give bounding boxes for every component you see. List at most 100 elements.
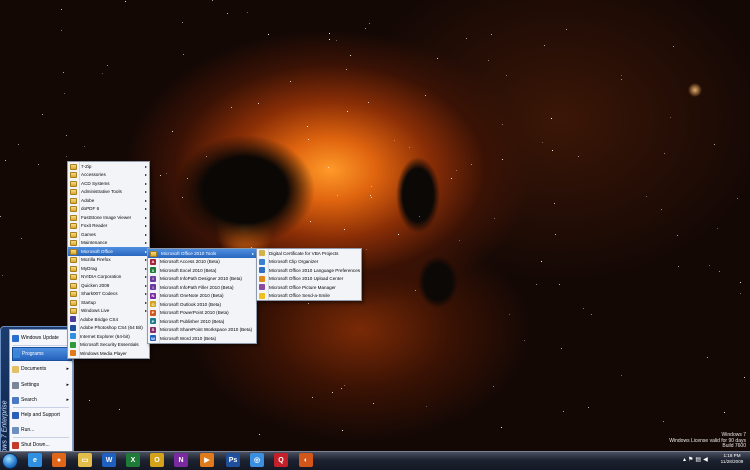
star	[621, 75, 622, 76]
menu-item-microsoft-office-2010-language-preferences[interactable]: Microsoft Office 2010 Language Preferenc…	[257, 266, 361, 275]
menu-item-mydrag[interactable]: MyDrag ▸	[68, 264, 149, 273]
star	[471, 164, 472, 165]
internet-explorer-icon[interactable]: e	[28, 453, 42, 467]
menu-item-microsoft-outlook-2010-beta[interactable]: O Microsoft Outlook 2010 (Beta)	[148, 300, 256, 309]
menu-item-label: Maintenance	[81, 240, 108, 246]
system-tray[interactable]: ▴⚑▤◀	[683, 456, 710, 463]
run-icon	[12, 426, 19, 434]
menu-item-microsoft-office[interactable]: Microsoft Office ▸	[68, 247, 149, 256]
volume-icon[interactable]: ◀	[703, 457, 710, 463]
sidebar-icon[interactable]: ◐	[299, 453, 313, 467]
start-item-help-and-support[interactable]: Help and Support	[12, 409, 70, 421]
menu-item-label: Microsoft Office 2010 Tools	[161, 250, 217, 256]
star	[5, 160, 6, 161]
menu-item-maintenance[interactable]: Maintenance ▸	[68, 239, 149, 248]
menu-item-microsoft-office-2010-tools[interactable]: Microsoft Office 2010 Tools ▸	[148, 249, 256, 258]
help-icon	[12, 411, 19, 419]
menu-item-acd-systems[interactable]: ACD Systems ▸	[68, 179, 149, 188]
menu-item-microsoft-powerpoint-2010-beta[interactable]: P Microsoft PowerPoint 2010 (Beta)	[148, 309, 256, 318]
menu-item-faststone-image-viewer[interactable]: FastStone Image Viewer ▸	[68, 213, 149, 222]
menu-item-adobe[interactable]: Adobe ▸	[68, 196, 149, 205]
network-icon[interactable]: ▤	[695, 457, 703, 463]
media-player-icon[interactable]: ▶	[200, 453, 214, 467]
menu-item-windows-media-player[interactable]: Windows Media Player	[68, 349, 149, 358]
menu-item-microsoft-office-picture-manager[interactable]: Microsoft Office Picture Manager	[257, 283, 361, 292]
start-menu-brand-banner: Windows 7 Enterprise	[1, 327, 9, 468]
menu-item-adobe-photoshop-cs4-64-bit[interactable]: Adobe Photoshop CS4 (64 Bit)	[68, 324, 149, 333]
menu-item-microsoft-office-send-a-smile[interactable]: Microsoft Office Send-a-Smile	[257, 292, 361, 301]
menu-item-games[interactable]: Games ▸	[68, 230, 149, 239]
menu-item-microsoft-infopath-filler-2010-beta[interactable]: I Microsoft InfoPath Filler 2010 (Beta)	[148, 283, 256, 292]
menu-item-microsoft-sharepoint-workspace-2010-beta[interactable]: S Microsoft SharePoint Workspace 2010 (Be…	[148, 326, 256, 335]
word-icon: W	[150, 335, 156, 342]
menu-item-nvidia-corporation[interactable]: NVIDIA Corporation ▸	[68, 273, 149, 282]
shutdown-icon	[12, 441, 19, 449]
excel-icon[interactable]: X	[126, 453, 140, 467]
submenu-arrow-icon: ▸	[144, 231, 147, 237]
menu-item-microsoft-clip-organizer[interactable]: Microsoft Clip Organizer	[257, 258, 361, 267]
star	[552, 150, 553, 151]
star	[501, 427, 502, 428]
start-item-shut-down[interactable]: Shut Down...	[12, 439, 70, 451]
star	[398, 234, 399, 235]
star	[555, 234, 556, 235]
menu-item-mozilla-firefox[interactable]: Mozilla Firefox ▸	[68, 256, 149, 265]
documents-icon	[12, 365, 19, 373]
submenu-arrow-icon: ▸	[144, 223, 147, 229]
menu-item-quicken-2009[interactable]: Quicken 2009 ▸	[68, 281, 149, 290]
start-item-windows-update[interactable]: Windows Update	[12, 332, 70, 344]
start-item-settings[interactable]: Settings ▸	[12, 379, 70, 391]
star	[502, 124, 503, 125]
start-item-documents[interactable]: Documents ▸	[12, 363, 70, 375]
star	[740, 293, 741, 294]
word-icon[interactable]: W	[102, 453, 116, 467]
outlook-icon[interactable]: O	[150, 453, 164, 467]
excel-icon: X	[150, 267, 156, 274]
menu-item-shark007-codecs[interactable]: Shark007 Codecs ▸	[68, 290, 149, 299]
menu-item-microsoft-word-2010-beta[interactable]: W Microsoft Word 2010 (Beta)	[148, 334, 256, 343]
menu-item-accessories[interactable]: Accessories ▸	[68, 171, 149, 180]
menu-item-microsoft-onenote-2010-beta[interactable]: N Microsoft OneNote 2010 (Beta)	[148, 292, 256, 301]
menu-item-microsoft-office-2010-upload-center[interactable]: Microsoft Office 2010 Upload Center	[257, 275, 361, 284]
start-item-search[interactable]: Search ▸	[12, 394, 70, 406]
star	[621, 375, 622, 376]
start-item-run[interactable]: Run...	[12, 424, 70, 436]
menu-item-label: Microsoft Access 2010 (Beta)	[160, 259, 220, 265]
menu-item-internet-explorer-64-bit[interactable]: Internet Explorer (64-bit)	[68, 332, 149, 341]
menu-item-windows-live[interactable]: Windows Live ▸	[68, 307, 149, 316]
explorer-folder-icon[interactable]: ▭	[78, 453, 92, 467]
taskbar-clock[interactable]: 1:18 PM 11/28/2009	[716, 453, 748, 465]
star	[63, 72, 64, 73]
menu-item-adobe-bridge-cs4[interactable]: Adobe Bridge CS4	[68, 315, 149, 324]
star	[365, 28, 366, 29]
star	[544, 45, 545, 46]
menu-item-administrative-tools[interactable]: Administrative Tools ▸	[68, 188, 149, 197]
start-item-programs[interactable]: Programs▸	[12, 347, 72, 361]
safari-icon[interactable]: ◎	[250, 453, 264, 467]
star	[66, 135, 67, 136]
star	[559, 284, 560, 285]
menu-item-microsoft-excel-2010-beta[interactable]: X Microsoft Excel 2010 (Beta)	[148, 266, 256, 275]
start-button[interactable]	[2, 453, 18, 469]
menu-item-label: Microsoft InfoPath Filler 2010 (Beta)	[160, 284, 234, 290]
folder-icon	[70, 257, 77, 264]
menu-item-digital-certificate-for-vba-projects[interactable]: Digital Certificate for VBA Projects	[257, 249, 361, 258]
menu-item-label: Microsoft Word 2010 (Beta)	[160, 335, 217, 341]
menu-item-7-zip[interactable]: 7-Zip ▸	[68, 162, 149, 171]
firefox-icon[interactable]: ●	[52, 453, 66, 467]
menu-item-microsoft-security-essentials[interactable]: Microsoft Security Essentials	[68, 341, 149, 350]
star	[419, 216, 420, 217]
menu-item-dopdf-6[interactable]: doPDF 6 ▸	[68, 205, 149, 214]
menu-item-label: Microsoft Clip Organizer	[269, 259, 319, 265]
menu-item-startup[interactable]: Startup ▸	[68, 298, 149, 307]
quicken-icon[interactable]: Q	[274, 453, 288, 467]
menu-item-foxit-reader[interactable]: Foxit Reader ▸	[68, 222, 149, 231]
menu-item-microsoft-infopath-designer-2010-beta[interactable]: I Microsoft InfoPath Designer 2010 (Beta)	[148, 275, 256, 284]
onenote-icon[interactable]: N	[174, 453, 188, 467]
star	[664, 153, 665, 154]
menu-item-microsoft-publisher-2010-beta[interactable]: P Microsoft Publisher 2010 (Beta)	[148, 317, 256, 326]
menu-item-label: MyDrag	[81, 265, 98, 271]
star	[2, 275, 3, 276]
menu-item-microsoft-access-2010-beta[interactable]: A Microsoft Access 2010 (Beta)	[148, 258, 256, 267]
photoshop-icon[interactable]: Ps	[226, 453, 240, 467]
